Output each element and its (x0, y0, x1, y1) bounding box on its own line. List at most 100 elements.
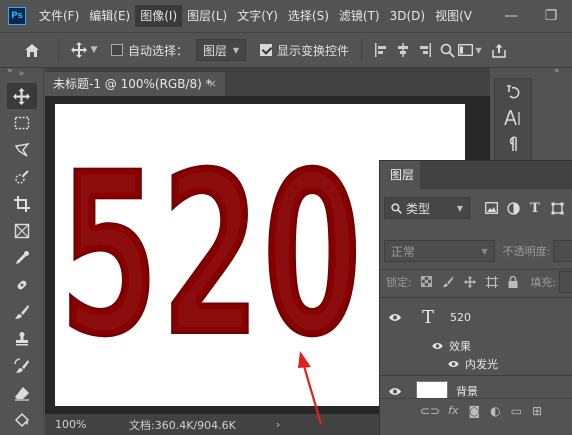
filter-shape-button[interactable] (546, 202, 568, 215)
layers-panel: 图层 类型 ▼ T 正常 ▼ 不透明度: 锁定: 填充: T 520 效果 内发… (379, 160, 572, 435)
eye-icon (431, 343, 443, 349)
search-button[interactable] (436, 32, 458, 68)
move-tool[interactable] (6, 83, 37, 109)
fill-label: 填充: (530, 275, 557, 289)
panel-collapse-left-button[interactable]: » (7, 66, 13, 76)
link-icon[interactable]: ⊂⊃ (420, 404, 440, 418)
auto-select-checkbox-box[interactable] (111, 44, 123, 56)
adjustment-layer-icon[interactable]: ◐ (490, 404, 500, 418)
visibility-toggle[interactable] (386, 312, 404, 322)
home-button[interactable] (14, 32, 50, 68)
zoom-level[interactable]: 100% (55, 418, 125, 431)
workspace-button[interactable]: ▼ (458, 32, 482, 68)
frame-tool[interactable] (7, 218, 37, 244)
auto-select-target-dropdown[interactable]: 图层 ▼ (196, 39, 247, 61)
menu-layer[interactable]: 图层(L) (182, 5, 232, 27)
menu-file[interactable]: 文件(F) (34, 5, 84, 27)
eraser-tool[interactable] (7, 380, 37, 406)
menu-filter[interactable]: 滤镜(T) (334, 5, 385, 27)
layer-row-text[interactable]: T 520 (380, 298, 572, 336)
lock-position-button[interactable] (459, 275, 481, 288)
visibility-toggle[interactable] (428, 341, 446, 351)
align-left-button[interactable] (370, 32, 392, 68)
history-brush-tool-icon (13, 358, 29, 373)
show-transform-checkbox[interactable]: 显示变换控件 (260, 32, 349, 68)
menu-select[interactable]: 选择(S) (283, 5, 334, 27)
move-tool-options-button[interactable]: ▼ (67, 32, 101, 68)
show-transform-checkbox-box[interactable] (260, 44, 273, 56)
stamp-tool[interactable] (7, 326, 37, 352)
brush-tool[interactable] (7, 299, 37, 325)
layer-name[interactable]: 520 (450, 311, 471, 324)
align-right-icon (420, 43, 432, 57)
menu-image[interactable]: 图像(I) (135, 5, 183, 27)
lock-pixels-button[interactable] (437, 276, 459, 288)
shape-icon (551, 202, 563, 214)
close-icon[interactable]: × (208, 72, 217, 96)
healing-brush-tool-icon (17, 280, 26, 290)
healing-brush-tool[interactable] (7, 272, 37, 298)
eye-icon (389, 387, 401, 395)
share-button[interactable] (488, 32, 510, 68)
fx-icon[interactable]: fx (448, 404, 458, 417)
restore-button[interactable]: ❐ (533, 0, 569, 32)
layers-tab[interactable]: 图层 (380, 161, 420, 189)
lock-artboard-button[interactable] (481, 275, 503, 288)
align-right-button[interactable] (414, 32, 436, 68)
history-brush-tool[interactable] (7, 353, 37, 379)
chevron-down-icon: ▼ (475, 45, 482, 55)
history-panel-button[interactable] (495, 79, 531, 105)
status-menu-arrow[interactable]: › (276, 418, 280, 431)
new-layer-icon[interactable]: ⊞ (532, 404, 542, 418)
align-center-icon (398, 43, 409, 57)
paragraph-panel-button[interactable] (495, 131, 531, 157)
chevron-down-icon: ▼ (232, 45, 240, 55)
home-icon (25, 43, 39, 57)
search-icon (440, 43, 455, 58)
document-tab-bar: » 未标题-1 @ 100%(RGB/8) * × (7, 66, 490, 96)
layers-panel-footer: ⊂⊃ fx ◙ ◐ ▭ ⊞ (380, 398, 572, 422)
blend-mode-dropdown[interactable]: 正常 ▼ (384, 240, 495, 262)
lock-all-button[interactable] (503, 275, 525, 288)
workspace-icon (458, 44, 474, 56)
menu-view[interactable]: 视图(V (430, 5, 477, 27)
eyedropper-tool[interactable] (7, 245, 37, 271)
menu-type[interactable]: 文字(Y) (232, 5, 283, 27)
paint-bucket-tool[interactable] (7, 407, 37, 433)
layer-filter-dropdown[interactable]: 类型 ▼ (384, 197, 470, 219)
auto-select-checkbox[interactable]: 自动选择： (111, 32, 188, 68)
mask-icon[interactable]: ◙ (469, 404, 481, 418)
lasso-tool-icon (14, 142, 30, 157)
minimize-button[interactable]: — (493, 0, 529, 32)
character-panel-button[interactable] (495, 105, 531, 131)
visibility-toggle[interactable] (386, 386, 404, 396)
opacity-input[interactable] (553, 240, 572, 262)
frame-tool-icon (14, 223, 29, 239)
layer-name[interactable]: 背景 (456, 383, 478, 399)
panel-collapse-right-button[interactable]: « (554, 66, 560, 76)
menu-3d[interactable]: 3D(D) (385, 5, 430, 27)
filter-adjustment-button[interactable] (502, 201, 524, 215)
quick-select-tool[interactable] (7, 164, 37, 190)
filter-type-button[interactable]: T (524, 201, 546, 216)
align-center-button[interactable] (392, 32, 414, 68)
filter-pixel-button[interactable] (480, 202, 502, 214)
marquee-tool[interactable] (7, 110, 37, 136)
eyedropper-tool-icon (15, 251, 29, 264)
layer-effect-inner-glow-row[interactable]: 内发光 (380, 355, 572, 373)
character-icon (504, 110, 520, 126)
share-icon (492, 43, 506, 58)
lock-transparent-button[interactable] (416, 276, 438, 287)
visibility-toggle[interactable] (444, 359, 462, 369)
lasso-tool[interactable] (7, 137, 37, 163)
document-tab[interactable]: 未标题-1 @ 100%(RGB/8) * × (45, 72, 225, 96)
chevron-down-icon: ▼ (456, 203, 463, 213)
group-icon[interactable]: ▭ (511, 404, 522, 418)
fill-input[interactable] (559, 270, 572, 293)
align-left-icon (375, 43, 387, 57)
menu-edit[interactable]: 编辑(E) (84, 5, 135, 27)
eye-icon (447, 361, 459, 367)
crop-tool[interactable] (7, 191, 37, 217)
crop-tool-icon (13, 196, 30, 212)
layer-effects-row[interactable]: 效果 (380, 337, 572, 355)
